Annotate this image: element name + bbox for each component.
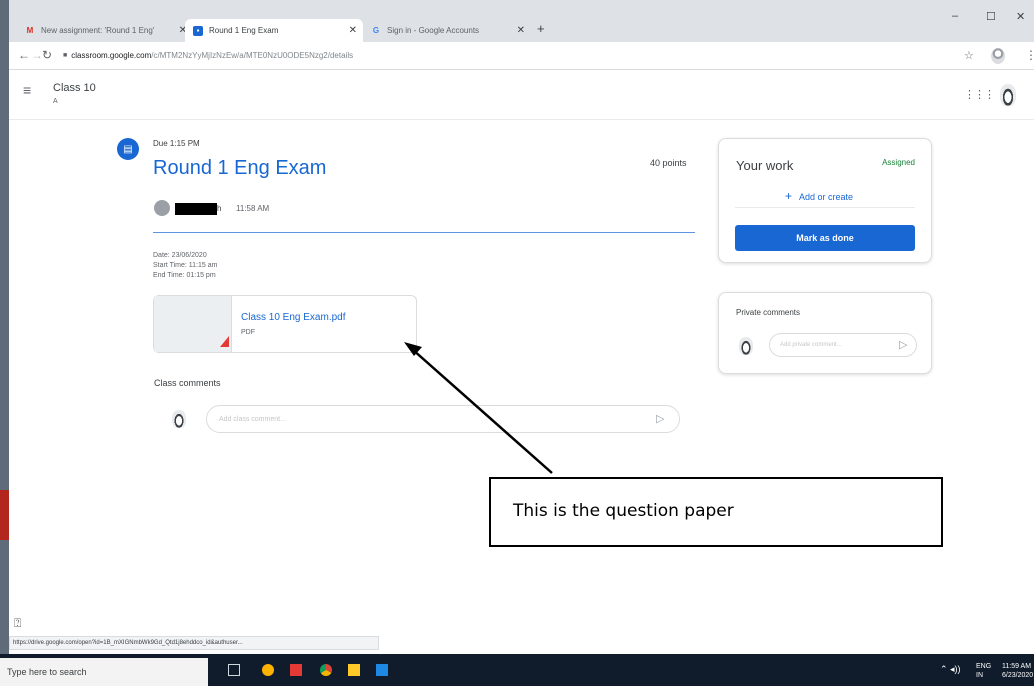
your-work-card: Your work Assigned + Add or create Mark a…	[718, 138, 932, 263]
task-view-icon[interactable]	[228, 664, 240, 676]
pdf-icon	[220, 336, 229, 347]
google-apps-icon[interactable]: ⋮⋮⋮	[964, 88, 995, 101]
plus-icon: +	[785, 189, 793, 203]
clock-time: 11:59 AM	[1002, 663, 1032, 670]
add-or-create-label: Add or create	[799, 192, 854, 202]
word-icon[interactable]	[376, 664, 388, 676]
class-name[interactable]: Class 10	[53, 82, 96, 94]
screen: M New assignment: 'Round 1 Eng' ✕ ▪ Roun…	[0, 0, 1034, 686]
annotation-callout: This is the question paper	[489, 477, 943, 547]
class-comments-label: Class comments	[154, 378, 221, 388]
annotation-text: This is the question paper	[513, 501, 734, 521]
tab-label: New assignment: 'Round 1 Eng'	[41, 26, 155, 35]
google-icon: G	[372, 26, 380, 35]
windows-taskbar: Type here to search ⌃ ◂)) ENG IN 11:59 AM…	[0, 654, 1034, 686]
add-or-create-button[interactable]: + Add or create	[785, 189, 853, 203]
lock-icon: ■	[63, 52, 68, 59]
menu-icon[interactable]: ≡	[23, 82, 31, 98]
gmail-icon: M	[26, 26, 34, 35]
url-field[interactable]: ■ classroom.google.com /c/MTM2NzYyMjIzNz…	[63, 47, 963, 64]
close-icon[interactable]: ✕	[349, 25, 357, 36]
tab-classroom[interactable]: ▪ Round 1 Eng Exam ✕	[185, 19, 363, 42]
tab-label: Round 1 Eng Exam	[209, 26, 279, 35]
tab-google-accounts[interactable]: G Sign in - Google Accounts ✕	[363, 19, 531, 42]
address-bar: ← → ↻ ■ classroom.google.com /c/MTM2NzYy…	[9, 42, 1034, 70]
clock[interactable]: 11:59 AM 6/23/2020	[1002, 662, 1033, 680]
new-tab-button[interactable]: +	[537, 21, 545, 36]
window-close-button[interactable]: ✕	[1016, 10, 1025, 23]
clock-date: 6/23/2020	[1002, 672, 1034, 679]
assignment-title: Round 1 Eng Exam	[153, 157, 327, 179]
browser-menu-icon[interactable]: ⋮	[1025, 48, 1034, 62]
status-link-preview: https://drive.google.com/open?id=1B_mXIG…	[9, 636, 379, 650]
help-icon[interactable]: ⍰	[14, 616, 21, 631]
file-explorer-icon[interactable]	[348, 664, 360, 676]
app-icon[interactable]	[262, 664, 274, 676]
classroom-icon: ▪	[193, 25, 203, 36]
minimize-button[interactable]: –	[952, 10, 958, 22]
send-icon[interactable]: ▷	[656, 412, 664, 425]
author-avatar	[154, 200, 170, 216]
bookmark-star-icon[interactable]: ☆	[964, 49, 974, 62]
description-line: End Time: 01:15 pm	[153, 272, 216, 279]
due-time: Due 1:15 PM	[153, 139, 200, 148]
classroom-header: ≡ Class 10 A ⋮⋮⋮	[9, 70, 1034, 120]
send-icon[interactable]: ▷	[899, 338, 907, 351]
your-work-title: Your work	[736, 158, 794, 173]
private-comments-title: Private comments	[736, 308, 801, 317]
private-comment-input[interactable]: Add private comment...	[769, 333, 917, 357]
left-edge-strip	[0, 0, 9, 654]
author-name-tail: h	[217, 204, 222, 213]
attachment-title[interactable]: Class 10 Eng Exam.pdf	[241, 312, 346, 323]
mark-as-done-button[interactable]: Mark as done	[735, 225, 915, 251]
taskbar-search[interactable]: Type here to search	[0, 658, 208, 686]
back-icon[interactable]: ←	[18, 48, 30, 62]
assignment-icon: ▤	[117, 138, 139, 160]
description-line: Start Time: 11:15 am	[153, 262, 218, 269]
tray-icons[interactable]: ⌃ ◂))	[940, 665, 961, 674]
language-bottom: IN	[976, 672, 983, 679]
browser-tab-strip: M New assignment: 'Round 1 Eng' ✕ ▪ Roun…	[9, 0, 1034, 42]
private-commenter-avatar	[739, 337, 753, 355]
description-line: Date: 23/06/2020	[153, 252, 207, 259]
url-host: classroom.google.com	[71, 51, 152, 60]
class-section: A	[53, 98, 58, 105]
posted-time: 11:58 AM	[236, 204, 270, 213]
class-comment-input[interactable]: Add class comment...	[206, 405, 680, 433]
tab-gmail[interactable]: M New assignment: 'Round 1 Eng' ✕	[17, 19, 193, 42]
app-icon[interactable]	[290, 664, 302, 676]
left-edge-accent	[0, 490, 9, 540]
reload-icon[interactable]: ↻	[42, 48, 52, 62]
title-divider	[153, 232, 695, 233]
url-path: /c/MTM2NzYyMjIzNzEw/a/MTE0NzU0ODE5Nzg2/d…	[151, 51, 354, 60]
card-divider	[735, 207, 915, 208]
attachment-card[interactable]: Class 10 Eng Exam.pdf PDF	[153, 295, 417, 353]
assignment-points: 40 points	[650, 158, 687, 168]
attachment-thumbnail	[154, 296, 232, 352]
status-badge: Assigned	[882, 158, 915, 167]
commenter-avatar	[172, 410, 186, 428]
profile-avatar[interactable]	[991, 48, 1005, 64]
maximize-button[interactable]: ☐	[986, 10, 996, 23]
private-comments-card: Private comments Add private comment... …	[718, 292, 932, 374]
attachment-type: PDF	[241, 329, 255, 336]
account-avatar[interactable]	[1000, 84, 1016, 106]
tab-label: Sign in - Google Accounts	[387, 26, 480, 35]
close-icon[interactable]: ✕	[517, 25, 525, 36]
language-top: ENG	[976, 663, 992, 670]
redacted-author-name	[175, 203, 217, 215]
chrome-icon[interactable]	[320, 664, 332, 676]
language-indicator[interactable]: ENG IN	[976, 662, 991, 680]
